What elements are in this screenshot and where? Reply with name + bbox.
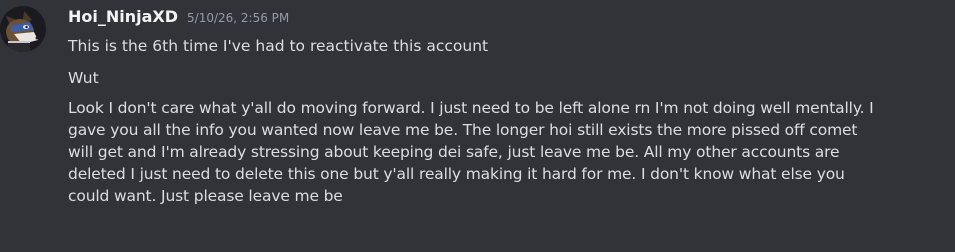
username[interactable]: Hoi_NinjaXD bbox=[68, 7, 178, 26]
avatar[interactable] bbox=[0, 6, 46, 52]
message-group: Hoi_NinjaXD 5/10/26, 2:56 PM This is the… bbox=[0, 0, 955, 252]
message-line: will get and I'm already stressing about… bbox=[68, 143, 840, 161]
message-line: Look I don't care what y'all do moving f… bbox=[68, 99, 874, 117]
message-line: could want. Just please leave me be bbox=[68, 187, 343, 205]
message-text: This is the 6th time I've had to reactiv… bbox=[68, 37, 489, 55]
message-line: deleted I just need to delete this one b… bbox=[68, 165, 845, 183]
message-text: Wut bbox=[68, 69, 99, 87]
message-text-long: Look I don't care what y'all do moving f… bbox=[68, 97, 948, 207]
timestamp[interactable]: 5/10/26, 2:56 PM bbox=[187, 11, 289, 25]
message-line: gave you all the info you wanted now lea… bbox=[68, 121, 858, 139]
fox-avatar-icon bbox=[0, 6, 46, 52]
message-header: Hoi_NinjaXD 5/10/26, 2:56 PM bbox=[68, 7, 289, 29]
